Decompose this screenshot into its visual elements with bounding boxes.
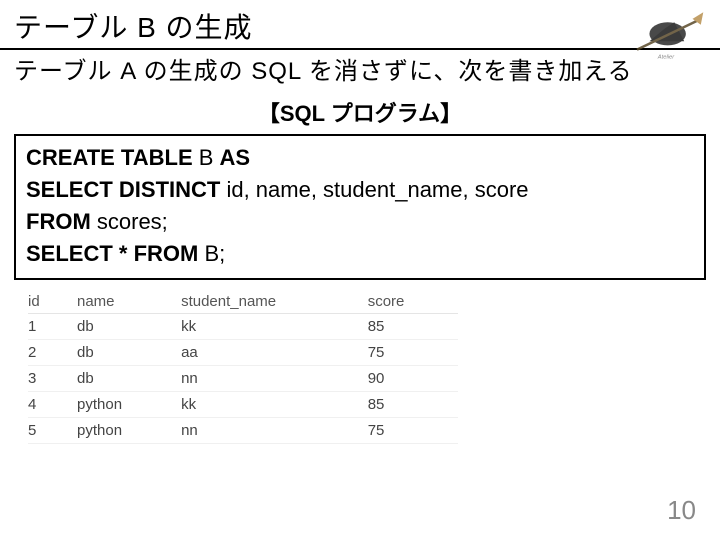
slide-subtitle: テーブル A の生成の SQL を消さずに、次を書き加える <box>0 50 720 88</box>
table-row: 2 db aa 75 <box>28 339 458 365</box>
kw-select-from: SELECT * FROM <box>26 241 198 266</box>
kw-select-distinct: SELECT DISTINCT <box>26 177 220 202</box>
col-student-name: student_name <box>181 290 368 314</box>
cell-name: python <box>77 391 181 417</box>
col-name: name <box>77 290 181 314</box>
table-row: 5 python nn 75 <box>28 417 458 443</box>
cell-score: 75 <box>368 339 458 365</box>
cell-student-name: kk <box>181 313 368 339</box>
cell-id: 4 <box>28 391 77 417</box>
cell-student-name: kk <box>181 391 368 417</box>
kw-create-table: CREATE TABLE <box>26 145 193 170</box>
cell-id: 3 <box>28 365 77 391</box>
code-line: SELECT * FROM B; <box>26 238 694 270</box>
cell-score: 85 <box>368 391 458 417</box>
cell-name: db <box>77 339 181 365</box>
svg-text:Atelier: Atelier <box>657 55 676 61</box>
col-id: id <box>28 290 77 314</box>
result-table: id name student_name score 1 db kk 85 2 … <box>28 290 458 444</box>
kw-as: AS <box>220 145 251 170</box>
table-row: 1 db kk 85 <box>28 313 458 339</box>
code-text: id, name, student_name, score <box>220 177 528 202</box>
cell-student-name: nn <box>181 365 368 391</box>
code-text: scores; <box>91 209 168 234</box>
program-label: 【SQL プログラム】 <box>0 96 720 128</box>
code-line: FROM scores; <box>26 206 694 238</box>
slide-title: テーブル B の生成 <box>0 0 720 50</box>
cell-name: db <box>77 313 181 339</box>
cell-name: python <box>77 417 181 443</box>
code-text: B <box>193 145 220 170</box>
cell-id: 2 <box>28 339 77 365</box>
col-score: score <box>368 290 458 314</box>
kw-from: FROM <box>26 209 91 234</box>
cell-student-name: nn <box>181 417 368 443</box>
cell-name: db <box>77 365 181 391</box>
sql-code-box: CREATE TABLE B AS SELECT DISTINCT id, na… <box>14 134 706 280</box>
table-row: 3 db nn 90 <box>28 365 458 391</box>
cell-score: 90 <box>368 365 458 391</box>
page-number: 10 <box>667 495 696 526</box>
cell-id: 5 <box>28 417 77 443</box>
cell-id: 1 <box>28 313 77 339</box>
table-row: 4 python kk 85 <box>28 391 458 417</box>
code-line: SELECT DISTINCT id, name, student_name, … <box>26 174 694 206</box>
cell-score: 75 <box>368 417 458 443</box>
table-header-row: id name student_name score <box>28 290 458 314</box>
code-line: CREATE TABLE B AS <box>26 142 694 174</box>
code-text: B; <box>198 241 225 266</box>
cell-score: 85 <box>368 313 458 339</box>
cell-student-name: aa <box>181 339 368 365</box>
witch-logo: Atelier <box>622 4 710 62</box>
